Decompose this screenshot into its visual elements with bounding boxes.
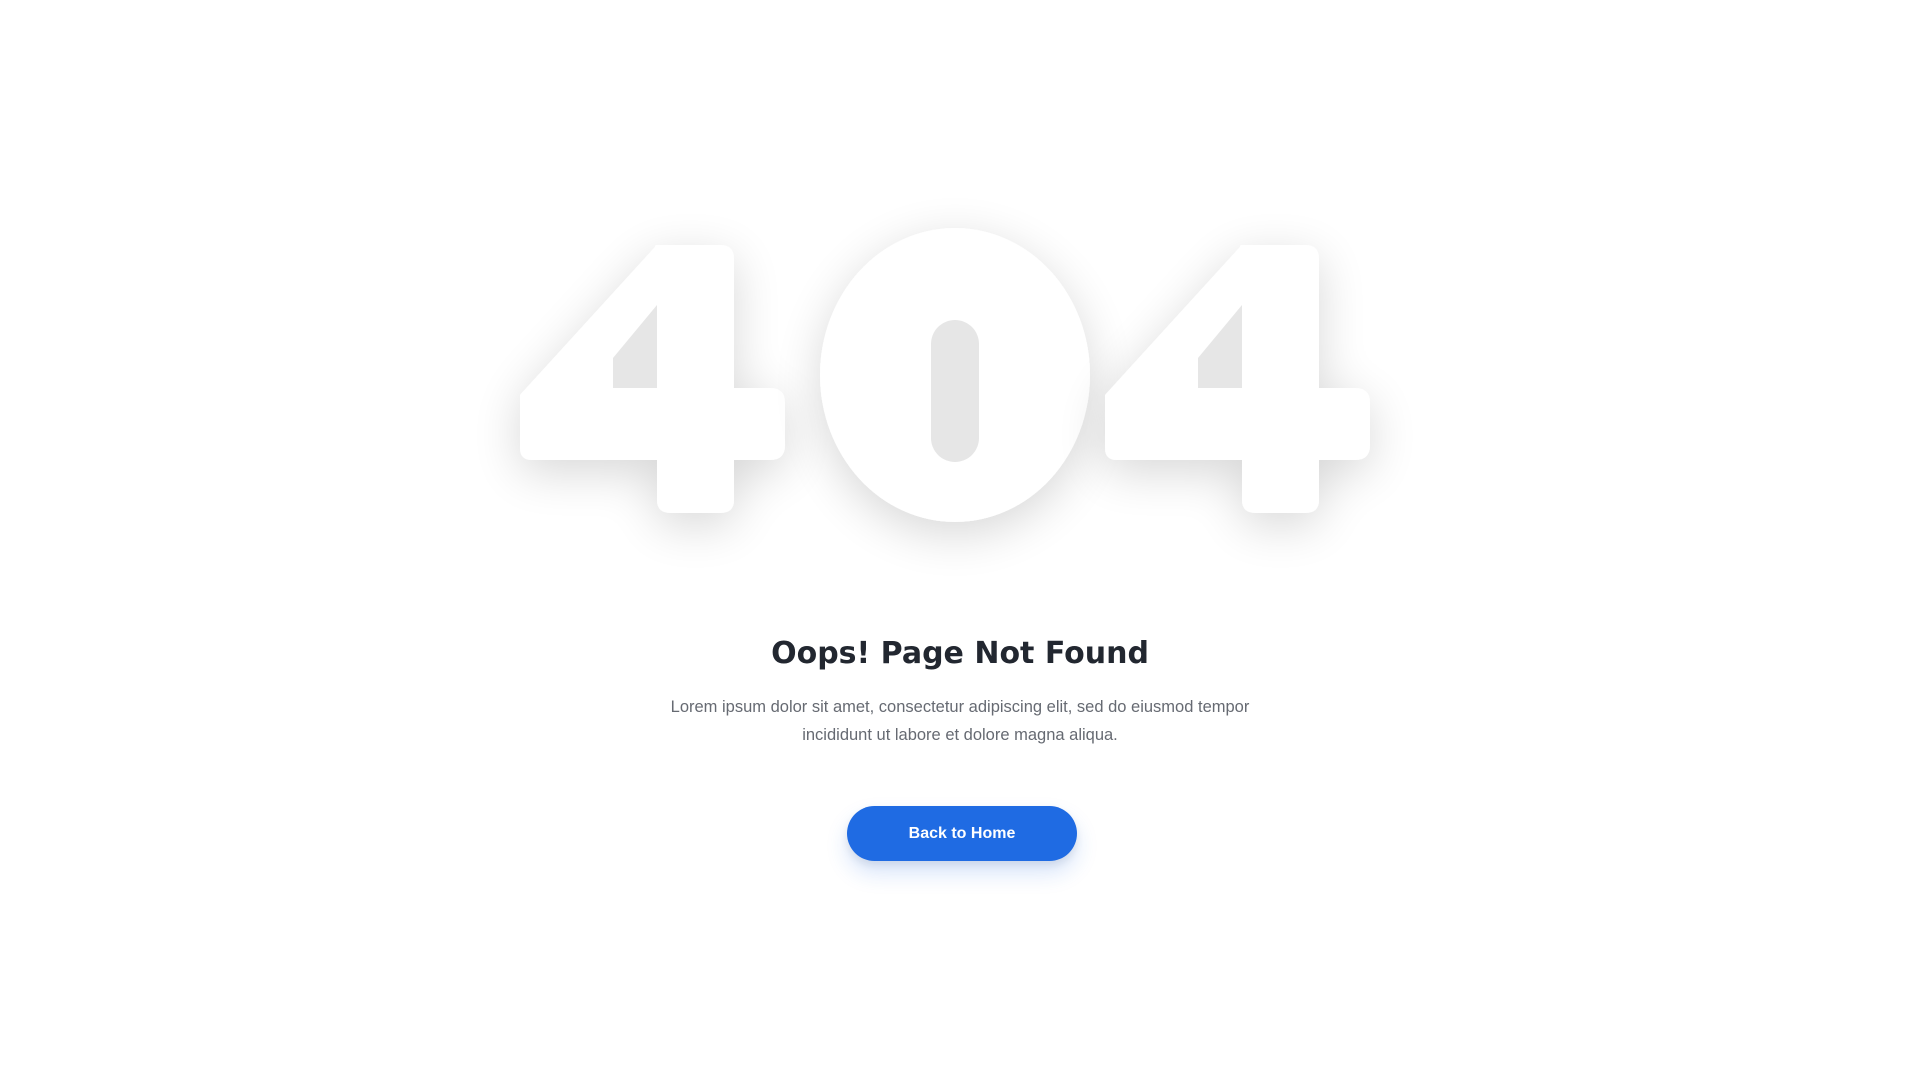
- back-to-home-button[interactable]: Back to Home: [847, 806, 1077, 861]
- page-title: Oops! Page Not Found: [771, 636, 1149, 671]
- description-line-1: Lorem ipsum dolor sit amet, consectetur …: [670, 698, 1250, 716]
- digit-zero: [820, 228, 1090, 522]
- error-code-404: [520, 225, 1400, 565]
- description-line-2: incididunt ut labore et dolore magna ali…: [802, 726, 1118, 744]
- description: Lorem ipsum dolor sit amet, consectetur …: [660, 693, 1260, 749]
- error-code-graphic: [520, 228, 1370, 522]
- not-found-page: Oops! Page Not Found Lorem ipsum dolor s…: [0, 0, 1920, 1080]
- digit-four-right: [1105, 245, 1370, 513]
- digit-four-left: [520, 245, 785, 513]
